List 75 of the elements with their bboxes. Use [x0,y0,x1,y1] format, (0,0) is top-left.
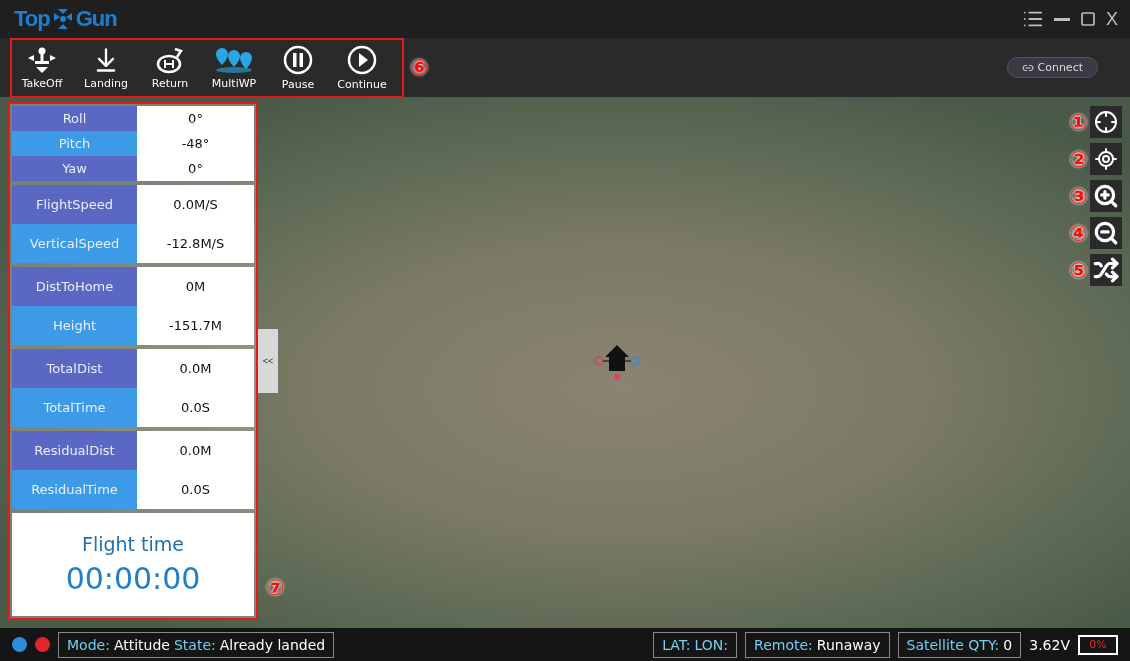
status-label: LON: [694,636,729,653]
voltage-text: 3.62V [1029,636,1070,653]
status-label: LAT: [662,636,691,653]
callout-number: ⑥ [410,55,429,80]
collapse-button[interactable]: << [258,329,278,393]
telemetry-value: 0.0M/S [137,185,254,224]
status-label: Mode: [67,636,110,653]
map-tool-button[interactable] [1090,106,1122,138]
telemetry-value: 0M [137,267,254,306]
minimize-button[interactable] [1054,17,1070,21]
maximize-icon [1080,11,1096,27]
callout-number: ⑤ [1069,257,1088,283]
callout-number: ② [1069,146,1088,172]
zoom-out-icon [1093,220,1119,246]
telemetry-label: TotalTime [12,388,137,427]
telemetry-label: DistToHome [12,267,137,306]
logo-text: Gun [75,6,117,32]
telemetry-label: ResidualDist [12,431,137,470]
telemetry-value: 0.0M [137,349,254,388]
status-value: Runaway [816,636,881,653]
status-value: Already landed [219,636,326,653]
logo-text: Top [14,6,50,32]
toolbar-button[interactable]: Continue [332,44,392,91]
pause-icon [283,44,313,75]
telemetry-value: 0.0S [137,388,254,427]
telemetry-value: 0.0S [137,470,254,509]
telemetry-value: -12.8M/S [137,224,254,263]
status-value: 0 [1003,636,1013,653]
map-tool-button[interactable] [1090,217,1122,249]
telemetry-value: -48° [137,131,254,156]
telemetry-label: TotalDist [12,349,137,388]
crosshair-icon [1094,110,1118,134]
minimize-icon [1054,17,1070,21]
status-label: Remote: [754,636,813,653]
telemetry-value: 0° [137,106,254,131]
map-tool-button[interactable] [1090,143,1122,175]
joystick-icon [27,45,57,74]
connect-button[interactable]: Connect [1006,57,1098,78]
locate-icon [1094,147,1118,171]
callout-number: ⑦ [266,575,285,600]
status-label: Satellite QTY: [906,636,1000,653]
logo-icon [51,9,74,29]
map-tool-button[interactable] [1090,254,1122,286]
telemetry-label: Height [12,306,137,345]
toolbar-button[interactable]: Pause [268,44,328,91]
callout-number: ④ [1069,220,1088,246]
callout-number: ① [1069,109,1088,135]
home-return-icon [155,45,185,74]
toolbar-button[interactable]: MultiWP [204,45,264,90]
play-icon [347,44,377,75]
status-label: State: [173,636,216,653]
telemetry-label: ResidualTime [12,470,137,509]
toolbar-button[interactable]: Return [140,45,200,90]
callout-number: ③ [1069,183,1088,209]
battery-label: 0% [1089,638,1107,651]
telemetry-value: 0.0M [137,431,254,470]
maximize-button[interactable] [1080,11,1096,27]
telemetry-label: Pitch [12,131,137,156]
map-tool-button[interactable] [1090,180,1122,212]
telemetry-label: Roll [12,106,137,131]
zoom-in-icon [1093,183,1119,209]
telemetry-label: FlightSpeed [12,185,137,224]
status-value: Attitude [113,636,170,653]
satellite-map-image[interactable]: Roll 0° Pitch -48° Yaw 0° FlightSpeed 0.0M/S VerticalSpeed -12.8M/S DistToHome 0M Height -151.7M TotalDist 0.0M TotalTime 0.0S ResidualDist 0.0M ResidualTime 0.0S Flight time 00:00:00 ⑦ << ① ② ③ ④ ⑤ [0,97,1130,628]
telemetry-value: -151.7M [137,306,254,345]
telemetry-label: VerticalSpeed [12,224,137,263]
telemetry-label: Yaw [12,156,137,181]
flight-time-label: Flight time [82,533,184,555]
flight-time-value: 00:00:00 [65,561,201,596]
toolbar-button[interactable]: Landing [76,45,136,90]
toolbar-button[interactable]: TakeOff [12,45,72,90]
close-button[interactable]: X [1106,8,1118,30]
shuffle-icon [1093,257,1119,283]
telemetry-value: 0° [137,156,254,181]
waypoints-icon [214,45,254,74]
